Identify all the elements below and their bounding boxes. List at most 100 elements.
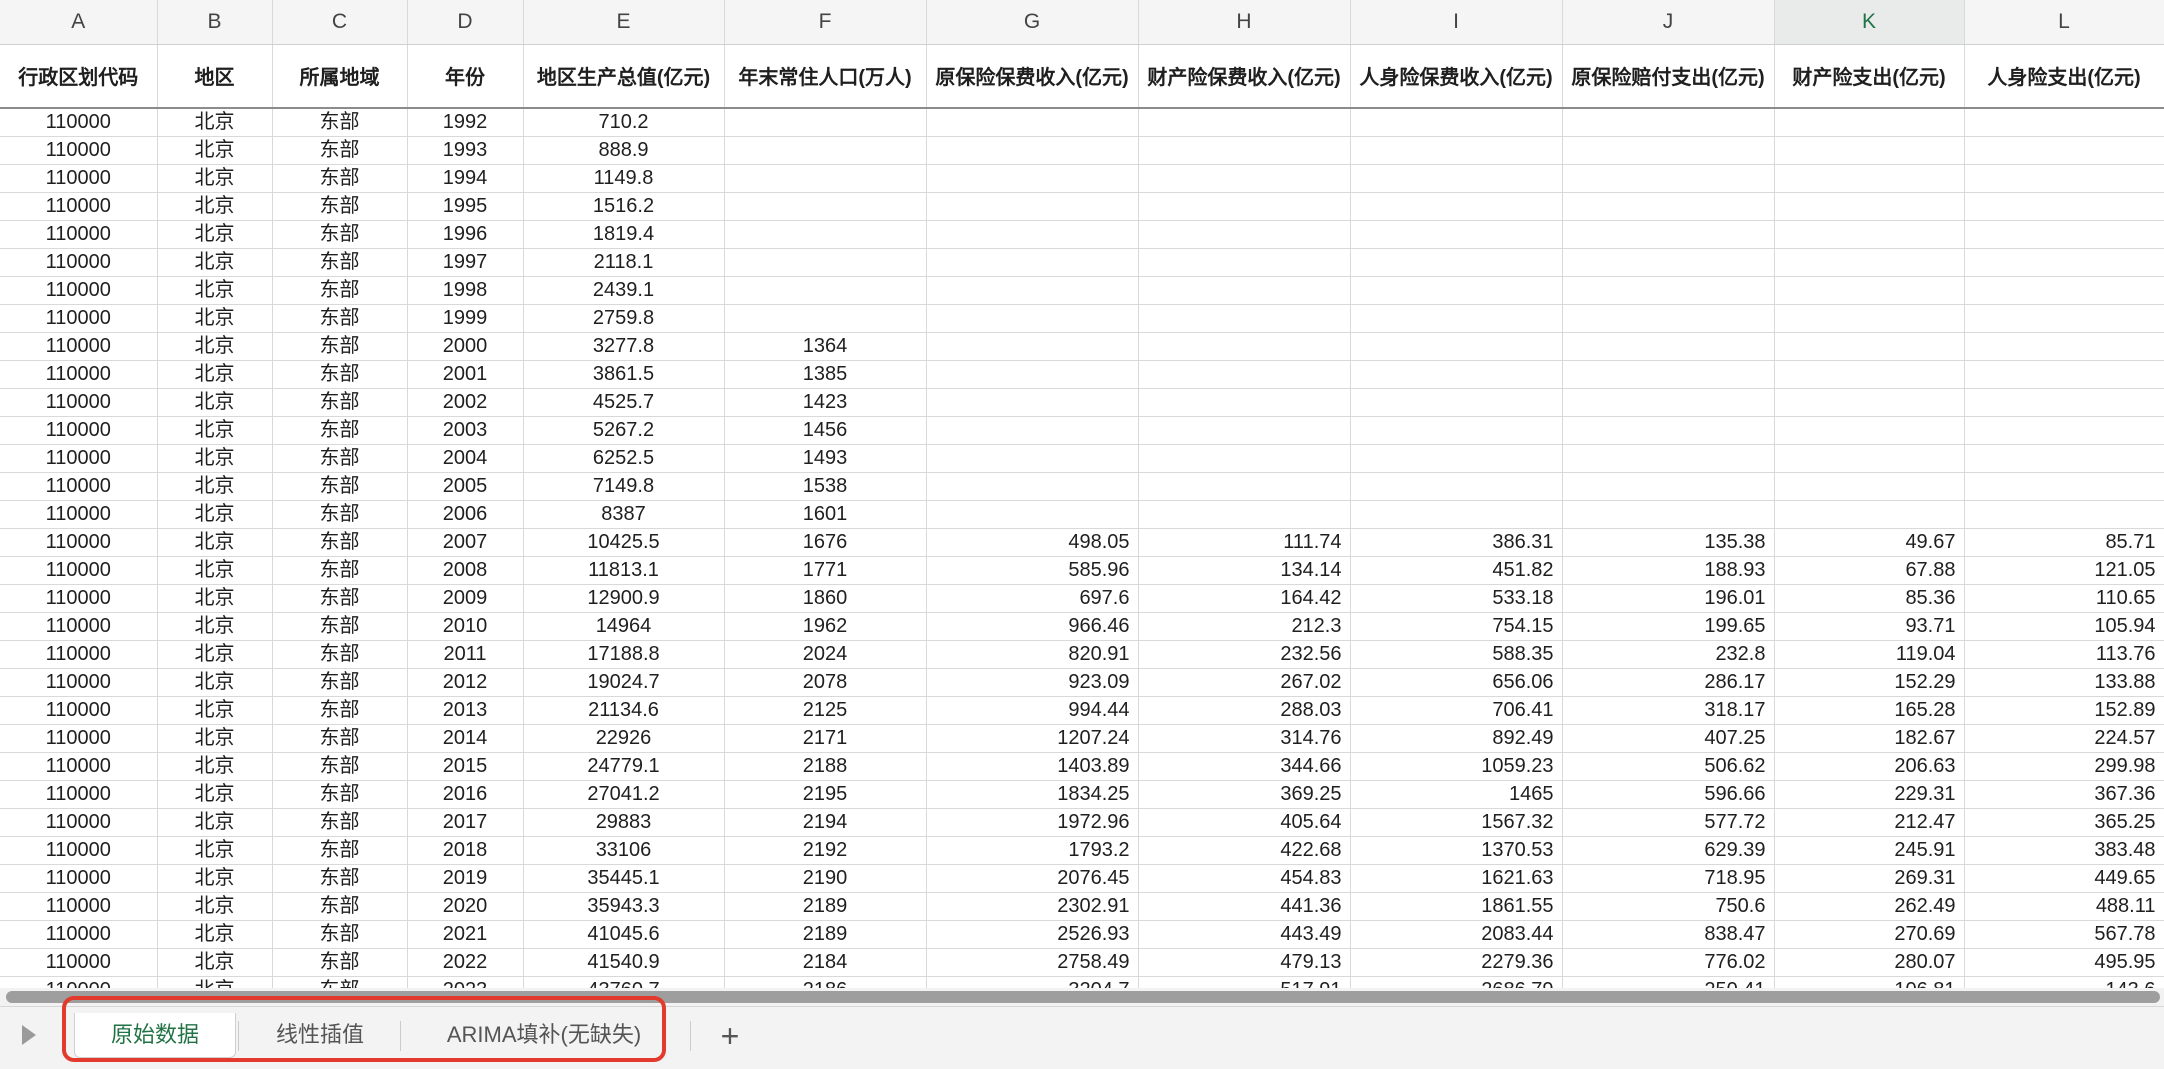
- table-cell[interactable]: [1350, 500, 1563, 529]
- table-cell[interactable]: 110000: [0, 164, 158, 193]
- table-cell[interactable]: 2003: [407, 416, 524, 445]
- table-cell[interactable]: [1964, 332, 2164, 361]
- table-cell[interactable]: 135.38: [1562, 528, 1775, 557]
- table-cell[interactable]: [1138, 360, 1351, 389]
- table-cell[interactable]: 585.96: [926, 556, 1139, 585]
- table-cell[interactable]: 东部: [272, 360, 408, 389]
- table-cell[interactable]: 东部: [272, 640, 408, 669]
- table-cell[interactable]: [926, 276, 1139, 305]
- table-cell[interactable]: 506.62: [1562, 752, 1775, 781]
- table-cell[interactable]: 164.42: [1138, 584, 1351, 613]
- table-cell[interactable]: 2192: [724, 836, 927, 865]
- table-cell[interactable]: [1964, 108, 2164, 137]
- table-cell[interactable]: 8387: [523, 500, 725, 529]
- table-cell[interactable]: 110000: [0, 192, 158, 221]
- table-cell[interactable]: 41045.6: [523, 920, 725, 949]
- table-cell[interactable]: [926, 136, 1139, 165]
- table-cell[interactable]: 2000: [407, 332, 524, 361]
- column-header-h[interactable]: H: [1138, 0, 1351, 45]
- table-cell[interactable]: 北京: [157, 136, 273, 165]
- table-cell[interactable]: 110000: [0, 892, 158, 921]
- table-cell[interactable]: [1964, 192, 2164, 221]
- table-cell[interactable]: 110000: [0, 108, 158, 137]
- table-cell[interactable]: [1774, 136, 1965, 165]
- table-cell[interactable]: [1774, 276, 1965, 305]
- table-cell[interactable]: 93.71: [1774, 612, 1965, 641]
- field-header-cell[interactable]: 地区: [157, 44, 273, 109]
- table-cell[interactable]: 北京: [157, 892, 273, 921]
- table-cell[interactable]: [1774, 332, 1965, 361]
- table-cell[interactable]: 224.57: [1964, 724, 2164, 753]
- scrollbar-thumb[interactable]: [6, 991, 2160, 1003]
- table-cell[interactable]: 367.36: [1964, 780, 2164, 809]
- table-cell[interactable]: 5267.2: [523, 416, 725, 445]
- table-cell[interactable]: [1138, 136, 1351, 165]
- table-cell[interactable]: 923.09: [926, 668, 1139, 697]
- table-cell[interactable]: 629.39: [1562, 836, 1775, 865]
- table-cell[interactable]: [1350, 276, 1563, 305]
- field-header-cell[interactable]: 人身险支出(亿元): [1964, 44, 2164, 109]
- table-cell[interactable]: [926, 360, 1139, 389]
- table-cell[interactable]: 110000: [0, 920, 158, 949]
- field-header-cell[interactable]: 地区生产总值(亿元): [523, 44, 725, 109]
- table-cell[interactable]: 1423: [724, 388, 927, 417]
- table-cell[interactable]: 110000: [0, 640, 158, 669]
- table-cell[interactable]: 1819.4: [523, 220, 725, 249]
- table-cell[interactable]: 11813.1: [523, 556, 725, 585]
- table-cell[interactable]: 2188: [724, 752, 927, 781]
- table-cell[interactable]: 2007: [407, 528, 524, 557]
- table-cell[interactable]: 2016: [407, 780, 524, 809]
- table-cell[interactable]: 656.06: [1350, 668, 1563, 697]
- table-cell[interactable]: [926, 388, 1139, 417]
- table-cell[interactable]: 12900.9: [523, 584, 725, 613]
- table-cell[interactable]: 2010: [407, 612, 524, 641]
- table-cell[interactable]: 东部: [272, 724, 408, 753]
- table-cell[interactable]: 188.93: [1562, 556, 1775, 585]
- table-cell[interactable]: [926, 108, 1139, 137]
- table-cell[interactable]: 北京: [157, 584, 273, 613]
- table-cell[interactable]: 东部: [272, 416, 408, 445]
- field-header-cell[interactable]: 财产险保费收入(亿元): [1138, 44, 1351, 109]
- table-cell[interactable]: 488.11: [1964, 892, 2164, 921]
- table-cell[interactable]: [1350, 248, 1563, 277]
- table-cell[interactable]: 1860: [724, 584, 927, 613]
- table-cell[interactable]: [926, 220, 1139, 249]
- table-cell[interactable]: [1774, 108, 1965, 137]
- table-cell[interactable]: 110000: [0, 472, 158, 501]
- table-cell[interactable]: 479.13: [1138, 948, 1351, 977]
- field-header-cell[interactable]: 年末常住人口(万人): [724, 44, 927, 109]
- table-cell[interactable]: 2013: [407, 696, 524, 725]
- table-cell[interactable]: 577.72: [1562, 808, 1775, 837]
- table-cell[interactable]: 110000: [0, 612, 158, 641]
- table-cell[interactable]: 3861.5: [523, 360, 725, 389]
- table-cell[interactable]: [724, 136, 927, 165]
- table-cell[interactable]: 2020: [407, 892, 524, 921]
- table-cell[interactable]: 422.68: [1138, 836, 1351, 865]
- table-cell[interactable]: 2004: [407, 444, 524, 473]
- table-cell[interactable]: 东部: [272, 864, 408, 893]
- column-header-e[interactable]: E: [523, 0, 725, 45]
- field-header-cell[interactable]: 财产险支出(亿元): [1774, 44, 1965, 109]
- table-cell[interactable]: [1774, 416, 1965, 445]
- table-cell[interactable]: 2759.8: [523, 304, 725, 333]
- table-cell[interactable]: 北京: [157, 668, 273, 697]
- table-cell[interactable]: 1601: [724, 500, 927, 529]
- table-cell[interactable]: 110000: [0, 668, 158, 697]
- table-cell[interactable]: [926, 304, 1139, 333]
- table-cell[interactable]: 北京: [157, 164, 273, 193]
- table-cell[interactable]: 北京: [157, 528, 273, 557]
- table-cell[interactable]: 697.6: [926, 584, 1139, 613]
- table-cell[interactable]: 110000: [0, 752, 158, 781]
- table-cell[interactable]: 2018: [407, 836, 524, 865]
- table-cell[interactable]: 2015: [407, 752, 524, 781]
- table-cell[interactable]: 892.49: [1350, 724, 1563, 753]
- table-cell[interactable]: 110000: [0, 724, 158, 753]
- table-cell[interactable]: 东部: [272, 220, 408, 249]
- table-cell[interactable]: [1138, 304, 1351, 333]
- table-cell[interactable]: 820.91: [926, 640, 1139, 669]
- table-cell[interactable]: 北京: [157, 220, 273, 249]
- table-cell[interactable]: 1998: [407, 276, 524, 305]
- add-sheet-button[interactable]: +: [708, 1015, 752, 1059]
- table-cell[interactable]: 110000: [0, 360, 158, 389]
- table-cell[interactable]: 2758.49: [926, 948, 1139, 977]
